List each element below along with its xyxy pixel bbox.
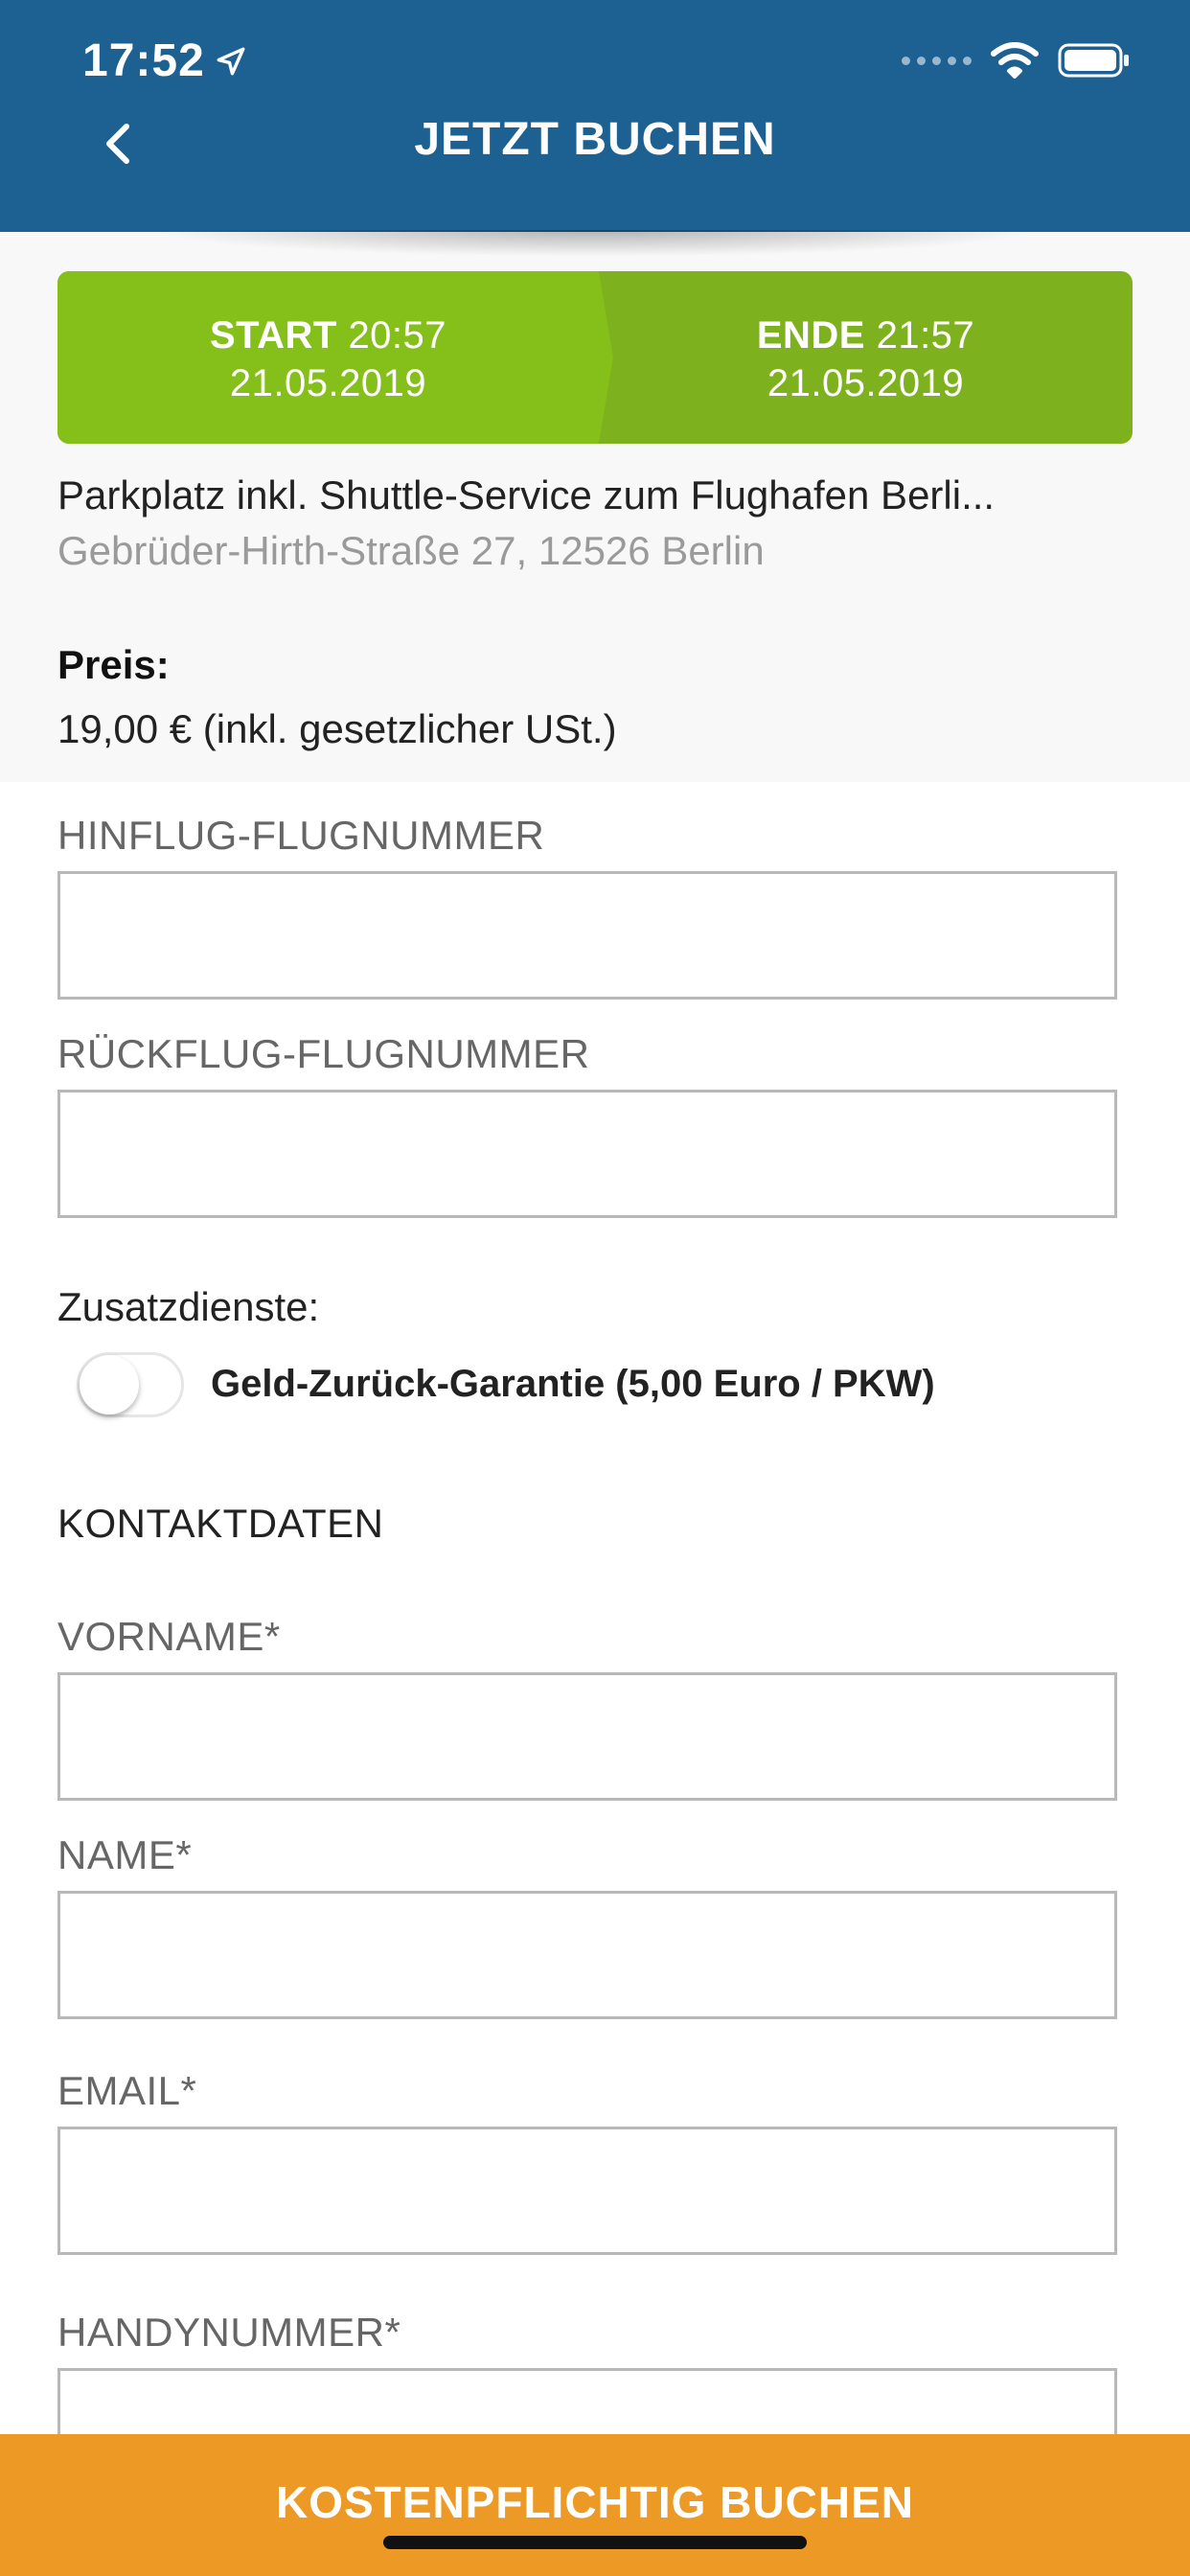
start-date: 21.05.2019	[229, 362, 427, 404]
phone-label: HANDYNUMMER*	[57, 2310, 401, 2355]
toggle-knob	[80, 1355, 139, 1414]
wifi-icon	[991, 42, 1039, 79]
money-back-guarantee-toggle[interactable]	[77, 1352, 184, 1417]
signal-icon	[902, 56, 972, 65]
contact-heading: KONTAKTDATEN	[57, 1501, 384, 1546]
battery-icon	[1058, 43, 1129, 78]
outbound-flight-label: HINFLUG-FLUGNUMMER	[57, 813, 545, 858]
book-button[interactable]: KOSTENPFLICHTIG BUCHEN	[0, 2434, 1190, 2576]
price-label: Preis:	[57, 642, 170, 687]
period-end: ENDE 21:57 21.05.2019	[599, 311, 1133, 407]
money-back-guarantee-label: Geld-Zurück-Garantie (5,00 Euro / PKW)	[211, 1363, 935, 1405]
parking-lot-name: Parkplatz inkl. Shuttle-Service zum Flug…	[57, 472, 995, 518]
period-start: START 20:57 21.05.2019	[57, 311, 599, 407]
end-label: ENDE	[756, 314, 865, 356]
location-arrow-icon	[217, 47, 245, 75]
start-label: START	[209, 314, 337, 356]
extras-label: Zusatzdienste:	[57, 1284, 320, 1329]
firstname-label: VORNAME*	[57, 1614, 281, 1659]
email-label: EMAIL*	[57, 2068, 197, 2113]
email-input[interactable]	[57, 2127, 1117, 2255]
lastname-label: NAME*	[57, 1832, 193, 1877]
end-date: 21.05.2019	[767, 362, 965, 404]
header-shadow	[115, 230, 1073, 259]
parking-lot-address: Gebrüder-Hirth-Straße 27, 12526 Berlin	[57, 528, 765, 573]
status-time: 17:52	[82, 34, 247, 87]
outbound-flight-input[interactable]	[57, 871, 1117, 1000]
end-time: 21:57	[876, 314, 975, 356]
status-time-text: 17:52	[82, 35, 205, 86]
return-flight-input[interactable]	[57, 1090, 1117, 1218]
start-time: 20:57	[348, 314, 447, 356]
nav-header: 17:52 JETZT BUCHEN	[0, 0, 1190, 232]
page-title: JETZT BUCHEN	[414, 114, 776, 165]
book-button-label: KOSTENPFLICHTIG BUCHEN	[276, 2477, 914, 2527]
firstname-input[interactable]	[57, 1672, 1117, 1801]
status-indicators	[902, 42, 1131, 79]
price-value: 19,00 € (inkl. gesetzlicher USt.)	[57, 706, 617, 751]
return-flight-label: RÜCKFLUG-FLUGNUMMER	[57, 1031, 590, 1076]
booking-period: START 20:57 21.05.2019 ENDE 21:57 21.05.…	[57, 271, 1133, 444]
home-indicator	[383, 2536, 807, 2549]
lastname-input[interactable]	[57, 1891, 1117, 2019]
